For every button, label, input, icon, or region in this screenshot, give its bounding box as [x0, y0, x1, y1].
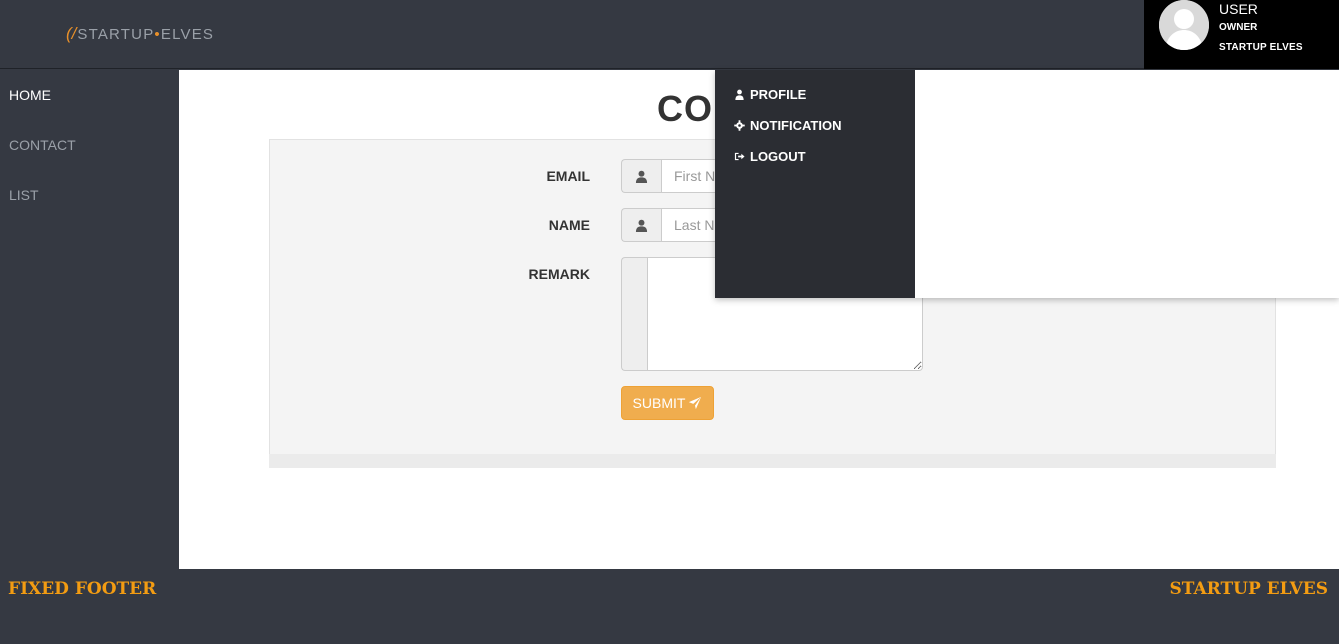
remark-label: REMARK	[528, 266, 590, 282]
user-icon	[635, 170, 648, 183]
dropdown-item-notification[interactable]: NOTIFICATION	[734, 118, 841, 133]
footer-left-text: FIXED FOOTER	[8, 579, 157, 599]
user-dropdown: PROFILE NOTIFICATION LOGOUT	[715, 70, 1339, 298]
fixed-footer: FIXED FOOTER STARTUP ELVES	[0, 569, 1339, 644]
send-icon	[689, 396, 702, 410]
sidebar-item-home[interactable]: HOME	[9, 87, 51, 103]
name-label: NAME	[548, 217, 590, 233]
dropdown-item-logout[interactable]: LOGOUT	[734, 149, 806, 164]
email-addon	[621, 159, 661, 193]
user-menu-toggle[interactable]: USER OWNER STARTUP ELVES	[1144, 0, 1339, 69]
dropdown-item-label: NOTIFICATION	[750, 118, 842, 133]
avatar	[1159, 0, 1209, 50]
user-icon	[635, 219, 648, 232]
submit-button[interactable]: SUBMIT	[621, 386, 714, 420]
footer-brand: STARTUP ELVES	[1169, 579, 1328, 599]
submit-label: SUBMIT	[632, 395, 686, 411]
gear-icon	[734, 120, 745, 131]
user-name: USER	[1219, 1, 1258, 17]
sidebar: HOME CONTACT LIST	[0, 70, 179, 569]
dropdown-item-label: PROFILE	[750, 87, 807, 102]
logout-icon	[734, 152, 745, 161]
dropdown-menu: PROFILE NOTIFICATION LOGOUT	[715, 70, 915, 298]
logo-text: STARTUP•ELVES	[77, 26, 214, 43]
dropdown-item-profile[interactable]: PROFILE	[734, 87, 806, 102]
user-icon	[735, 89, 744, 100]
logo-text-end: ELVES	[160, 25, 215, 43]
remark-addon	[621, 257, 647, 371]
top-header: (/ STARTUP•ELVES USER OWNER STARTUP ELVE…	[0, 0, 1339, 69]
logo-text-start: STARTUP	[77, 25, 155, 43]
email-label: EMAIL	[546, 168, 590, 184]
name-addon	[621, 208, 661, 242]
logo[interactable]: (/ STARTUP•ELVES	[66, 24, 214, 44]
user-role: OWNER	[1219, 22, 1258, 33]
panel-footer	[269, 454, 1276, 468]
avatar-user-icon	[1159, 0, 1209, 50]
logo-mark: (/	[66, 24, 77, 43]
user-company: STARTUP ELVES	[1219, 42, 1303, 53]
sidebar-item-contact[interactable]: CONTACT	[9, 137, 76, 153]
dropdown-item-label: LOGOUT	[750, 149, 806, 164]
sidebar-item-list[interactable]: LIST	[9, 187, 39, 203]
